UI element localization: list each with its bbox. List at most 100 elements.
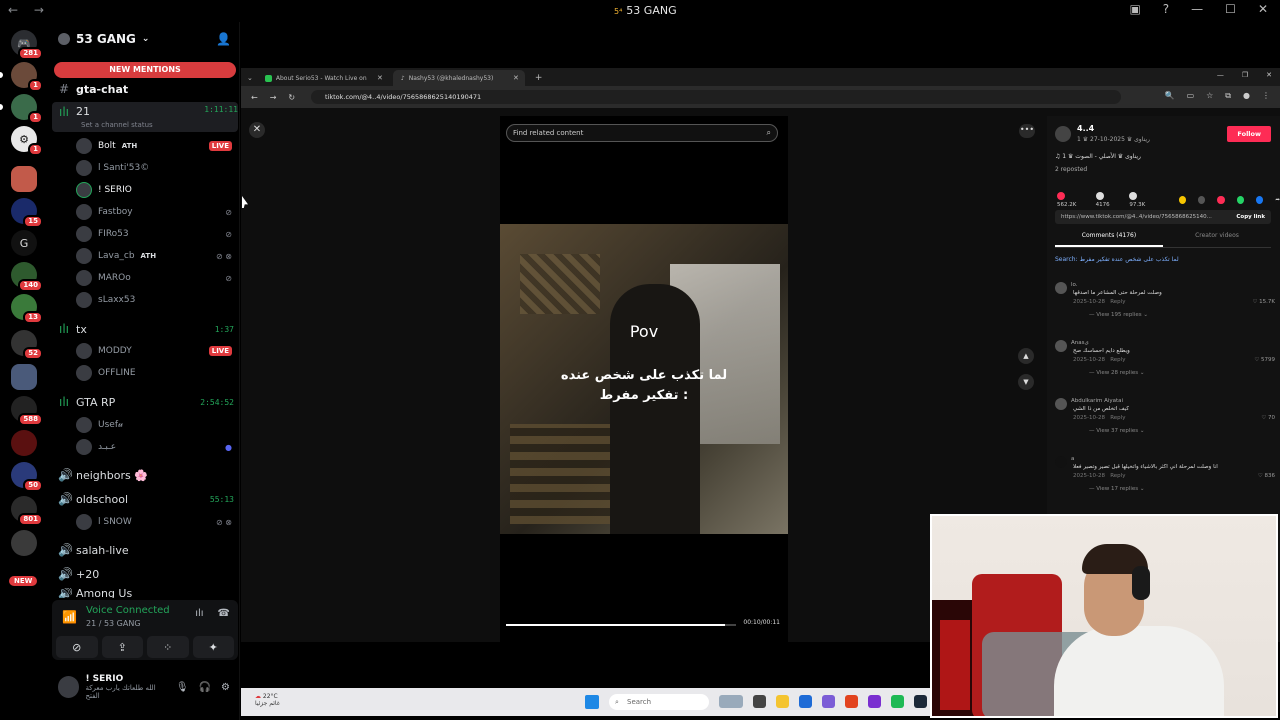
- voice-user[interactable]: ! SERIO: [76, 181, 232, 199]
- voice-user[interactable]: l Santi'53©: [76, 159, 232, 177]
- reply-button[interactable]: Reply: [1110, 415, 1125, 421]
- store-icon[interactable]: [799, 695, 812, 708]
- server-icon[interactable]: [11, 364, 37, 390]
- tab-search-icon[interactable]: ⌄: [247, 74, 253, 82]
- voice-channel-salah-live[interactable]: 🔊 salah-live: [58, 543, 234, 557]
- related-search-input[interactable]: Find related content ⌕: [506, 124, 778, 142]
- server-icon[interactable]: ⚙ 1: [11, 126, 43, 156]
- task-view-icon[interactable]: [753, 695, 766, 708]
- share-arrow-icon[interactable]: ➦: [1275, 197, 1280, 203]
- voice-user[interactable]: Usef𝓊: [76, 416, 232, 434]
- weather-widget[interactable]: ☁ 22°C غائم جزئيا: [255, 693, 280, 707]
- search-icon[interactable]: ⌕: [767, 125, 771, 141]
- voice-user[interactable]: Bolt ATH LIVE: [76, 137, 232, 155]
- zoom-icon[interactable]: 🔍: [1165, 91, 1175, 101]
- close-tab-icon[interactable]: ✕: [513, 74, 519, 82]
- gear-icon[interactable]: ⚙: [221, 682, 230, 693]
- server-icon[interactable]: 588: [11, 396, 43, 426]
- disconnect-icon[interactable]: ☎: [218, 608, 230, 619]
- minimize-icon[interactable]: —: [1191, 2, 1203, 16]
- direct-messages-icon[interactable]: 🎮 281: [11, 30, 43, 60]
- reply-button[interactable]: Reply: [1110, 299, 1125, 305]
- maximize-icon[interactable]: ☐: [1225, 2, 1236, 16]
- view-replies[interactable]: — View 28 replies ⌄: [1089, 370, 1144, 376]
- invite-people-icon[interactable]: 👤: [216, 32, 231, 46]
- voice-user[interactable]: عـبـد ●: [76, 438, 232, 456]
- spotify-icon[interactable]: [891, 695, 904, 708]
- voice-channel-neighbors[interactable]: 🔊 neighbors 🌸: [58, 468, 234, 482]
- server-icon[interactable]: 15: [11, 198, 43, 228]
- activities-icon[interactable]: ⁘: [147, 636, 189, 658]
- forward-icon[interactable]: →: [270, 93, 277, 102]
- whatsapp-icon[interactable]: [1236, 196, 1245, 204]
- voice-channel-21[interactable]: ılı 21 1:11:11 Set a channel status: [52, 102, 238, 132]
- facebook-icon[interactable]: [1256, 196, 1264, 204]
- channel-status[interactable]: Set a channel status: [81, 121, 153, 129]
- browser-icon[interactable]: [845, 695, 858, 708]
- server-icon-g[interactable]: G: [11, 230, 37, 256]
- address-bar[interactable]: tiktok.com/@4..4/video/75658686251401904…: [311, 90, 1121, 104]
- previous-video-icon[interactable]: ▲: [1018, 348, 1034, 364]
- noise-suppression-icon[interactable]: ılı: [195, 608, 203, 619]
- server-icon[interactable]: 1: [0, 94, 43, 124]
- share-icon[interactable]: [1178, 196, 1187, 204]
- voice-user[interactable]: MAROo ⊘: [76, 269, 232, 287]
- follow-button[interactable]: Follow: [1227, 126, 1271, 142]
- view-replies[interactable]: — View 17 replies ⌄: [1089, 486, 1144, 492]
- voice-connected-label[interactable]: Voice Connected: [86, 605, 170, 616]
- comment-user[interactable]: lo.: [1071, 282, 1078, 288]
- voice-user[interactable]: OFFLINE: [76, 364, 232, 382]
- file-explorer-icon[interactable]: [776, 695, 789, 708]
- server-icon[interactable]: 1: [0, 62, 43, 92]
- server-icon[interactable]: [11, 166, 37, 192]
- voice-user[interactable]: MODDY LIVE: [76, 342, 232, 360]
- voice-channel-plus20[interactable]: 🔊 +20: [58, 567, 234, 581]
- voice-user[interactable]: l SNOW ⊘ ⊗: [76, 513, 232, 531]
- app-icon[interactable]: [868, 695, 881, 708]
- guild-header[interactable]: 53 GANG ⌄: [58, 32, 149, 46]
- voice-user[interactable]: sLaxx53: [76, 291, 232, 309]
- close-video-button[interactable]: ✕: [249, 122, 265, 138]
- video-sound[interactable]: ♫ 1 ♛ ريناوى ♛ الأصلي - الصوت: [1055, 153, 1141, 160]
- more-options-icon[interactable]: •••: [1019, 124, 1035, 138]
- close-icon[interactable]: ✕: [1266, 71, 1272, 79]
- voice-channel-oldschool[interactable]: 🔊 oldschool 55:13: [58, 492, 234, 506]
- video-progress[interactable]: [506, 624, 736, 626]
- comment-search-suggestion[interactable]: Search: لما تكذب على شخص عنده تفكير مفرط: [1055, 256, 1179, 263]
- browser-tab[interactable]: About Serio53 - Watch Live on ✕: [257, 70, 389, 86]
- close-icon[interactable]: ✕: [1258, 2, 1268, 16]
- next-video-icon[interactable]: ▼: [1018, 374, 1034, 390]
- server-icon[interactable]: 50: [11, 462, 43, 492]
- close-tab-icon[interactable]: ✕: [377, 74, 383, 82]
- voice-user[interactable]: Lava_cb ATH ⊘ ⊗: [76, 247, 232, 265]
- reload-icon[interactable]: ↻: [288, 93, 295, 102]
- tab-creator-videos[interactable]: Creator videos: [1163, 232, 1271, 247]
- avatar[interactable]: [1055, 126, 1071, 142]
- comment-user[interactable]: Abdulkarim Aiyatai: [1071, 398, 1123, 404]
- copy-link-button[interactable]: Copy link: [1236, 210, 1265, 224]
- voice-channel-tx[interactable]: ılı tx 1:37: [58, 322, 234, 336]
- server-icon[interactable]: 801: [11, 496, 43, 526]
- profile-icon[interactable]: ●: [1243, 91, 1250, 101]
- help-icon[interactable]: ?: [1163, 2, 1169, 16]
- voice-channel-among-us[interactable]: 🔊 Among Us: [58, 588, 234, 598]
- share-icon[interactable]: [1217, 196, 1225, 204]
- server-icon[interactable]: 13: [11, 294, 43, 324]
- reply-button[interactable]: Reply: [1110, 357, 1125, 363]
- avatar[interactable]: [1055, 398, 1067, 410]
- voice-user[interactable]: FIRo53 ⊘: [76, 225, 232, 243]
- cast-icon[interactable]: ▭: [1187, 91, 1195, 101]
- tab-comments[interactable]: Comments (4176): [1055, 232, 1163, 247]
- tiktok-video[interactable]: Find related content ⌕ Pov لما تكذب على ش…: [500, 116, 788, 642]
- back-forward-icons[interactable]: ← →: [8, 3, 50, 17]
- minimize-icon[interactable]: —: [1217, 71, 1224, 79]
- comment-likes[interactable]: ♡ 70: [1261, 415, 1275, 421]
- reply-button[interactable]: Reply: [1110, 473, 1125, 479]
- channel-gta-chat[interactable]: # gta-chat: [58, 82, 234, 96]
- avatar[interactable]: [1055, 456, 1067, 468]
- avatar[interactable]: [1055, 282, 1067, 294]
- server-icon[interactable]: 140: [11, 262, 43, 292]
- avatar[interactable]: [58, 676, 80, 698]
- save-stat[interactable]: 97.3K: [1129, 192, 1152, 208]
- screen-share-icon[interactable]: ⇪: [101, 636, 143, 658]
